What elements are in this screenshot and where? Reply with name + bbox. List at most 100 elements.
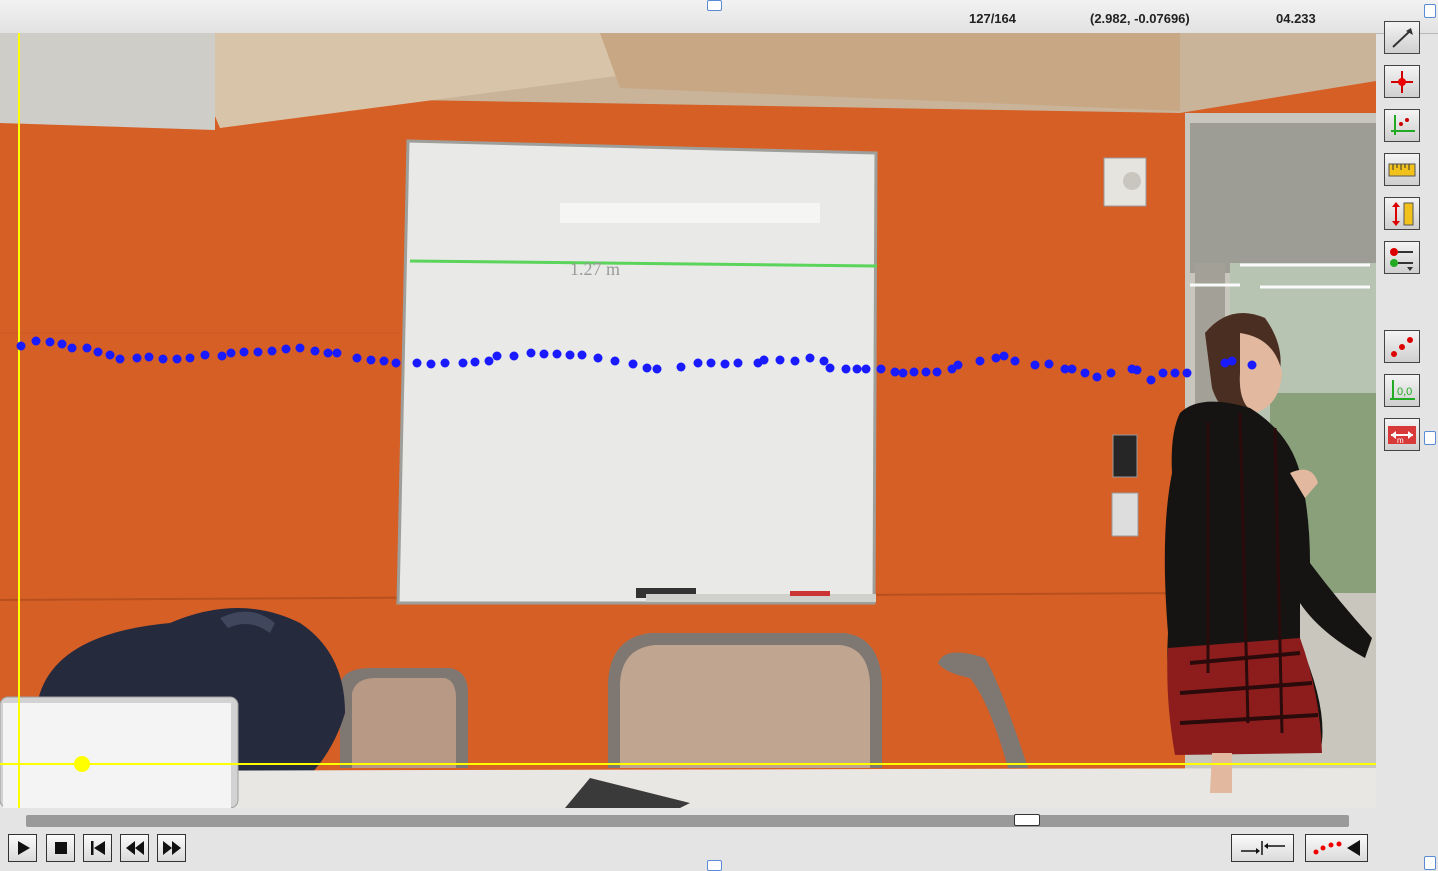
track-point[interactable] <box>539 349 549 359</box>
track-point[interactable] <box>492 351 502 361</box>
set-origin-axes-tool-button[interactable] <box>1384 109 1420 142</box>
track-point[interactable] <box>1146 375 1156 385</box>
track-point[interactable] <box>115 354 125 364</box>
track-point[interactable] <box>1044 359 1054 369</box>
track-point[interactable] <box>975 356 985 366</box>
track-point[interactable] <box>552 349 562 359</box>
ruler-tool-button[interactable] <box>1384 153 1420 186</box>
track-point[interactable] <box>861 364 871 374</box>
track-point[interactable] <box>953 360 963 370</box>
track-point[interactable] <box>105 350 115 360</box>
track-point[interactable] <box>676 362 686 372</box>
frame-scrubber[interactable] <box>26 814 1349 827</box>
scrubber-thumb[interactable] <box>1014 814 1041 826</box>
track-point[interactable] <box>1106 368 1116 378</box>
track-point[interactable] <box>1030 360 1040 370</box>
track-point[interactable] <box>642 363 652 373</box>
axis-origin-marker[interactable] <box>74 756 90 772</box>
track-point[interactable] <box>484 356 494 366</box>
track-point[interactable] <box>593 353 603 363</box>
track-point[interactable] <box>1132 365 1142 375</box>
track-point[interactable] <box>1080 368 1090 378</box>
track-point[interactable] <box>31 336 41 346</box>
track-point[interactable] <box>852 364 862 374</box>
track-point[interactable] <box>1158 368 1168 378</box>
stop-button[interactable] <box>46 834 75 862</box>
track-point[interactable] <box>217 351 227 361</box>
track-point[interactable] <box>57 339 67 349</box>
track-point[interactable] <box>172 354 182 364</box>
bottom-resize-handle[interactable] <box>707 860 722 871</box>
track-point[interactable] <box>200 350 210 360</box>
track-point[interactable] <box>1247 360 1257 370</box>
track-point[interactable] <box>932 367 942 377</box>
options-tool-button[interactable] <box>1384 241 1420 274</box>
track-point[interactable] <box>185 353 195 363</box>
track-point[interactable] <box>332 348 342 358</box>
track-point[interactable] <box>565 350 575 360</box>
track-point[interactable] <box>281 344 291 354</box>
track-point[interactable] <box>226 348 236 358</box>
track-point[interactable] <box>310 346 320 356</box>
track-point[interactable] <box>706 358 716 368</box>
track-point[interactable] <box>132 353 142 363</box>
track-point[interactable] <box>652 364 662 374</box>
track-point[interactable] <box>693 358 703 368</box>
track-point[interactable] <box>267 346 277 356</box>
track-point[interactable] <box>67 343 77 353</box>
track-point[interactable] <box>876 364 886 374</box>
track-point[interactable] <box>890 367 900 377</box>
add-point-tool-button[interactable] <box>1384 65 1420 98</box>
track-point[interactable] <box>440 358 450 368</box>
track-point[interactable] <box>1170 368 1180 378</box>
track-point[interactable] <box>323 348 333 358</box>
top-resize-handle[interactable] <box>707 0 722 11</box>
track-point[interactable] <box>733 358 743 368</box>
track-point[interactable] <box>921 367 931 377</box>
track-point[interactable] <box>458 358 468 368</box>
show-points-tool-button[interactable] <box>1384 330 1420 363</box>
track-point[interactable] <box>526 348 536 358</box>
track-point[interactable] <box>720 359 730 369</box>
show-scale-tool-button[interactable]: m <box>1384 418 1420 451</box>
go-to-start-button[interactable] <box>83 834 112 862</box>
clip-settings-button[interactable] <box>1231 834 1294 862</box>
track-point[interactable] <box>999 351 1009 361</box>
track-point[interactable] <box>352 353 362 363</box>
track-point[interactable] <box>819 356 829 366</box>
track-point[interactable] <box>898 368 908 378</box>
track-point[interactable] <box>1010 356 1020 366</box>
track-point[interactable] <box>1092 372 1102 382</box>
play-button[interactable] <box>8 834 37 862</box>
bottom-right-resize-handle[interactable] <box>1424 856 1436 870</box>
track-point[interactable] <box>379 356 389 366</box>
track-point[interactable] <box>825 363 835 373</box>
track-point[interactable] <box>577 350 587 360</box>
track-point[interactable] <box>470 357 480 367</box>
track-point[interactable] <box>426 359 436 369</box>
track-point[interactable] <box>628 359 638 369</box>
track-point[interactable] <box>45 337 55 347</box>
step-forward-button[interactable] <box>157 834 186 862</box>
track-point[interactable] <box>158 354 168 364</box>
track-point[interactable] <box>909 367 919 377</box>
track-point[interactable] <box>144 352 154 362</box>
track-point[interactable] <box>295 343 305 353</box>
right-resize-handle[interactable] <box>1424 431 1436 445</box>
track-control-button[interactable] <box>1305 834 1368 862</box>
video-frame[interactable]: 1.27 m <box>0 33 1376 808</box>
track-point[interactable] <box>412 358 422 368</box>
track-point[interactable] <box>82 343 92 353</box>
show-origin-tool-button[interactable]: 0,0 <box>1384 374 1420 407</box>
track-point[interactable] <box>610 356 620 366</box>
track-point[interactable] <box>93 347 103 357</box>
track-point[interactable] <box>759 355 769 365</box>
track-point[interactable] <box>991 353 1001 363</box>
track-point[interactable] <box>790 356 800 366</box>
track-point[interactable] <box>391 358 401 368</box>
track-point[interactable] <box>1067 364 1077 374</box>
set-scale-tool-button[interactable] <box>1384 197 1420 230</box>
track-point[interactable] <box>239 347 249 357</box>
step-back-button[interactable] <box>120 834 149 862</box>
track-point[interactable] <box>775 355 785 365</box>
